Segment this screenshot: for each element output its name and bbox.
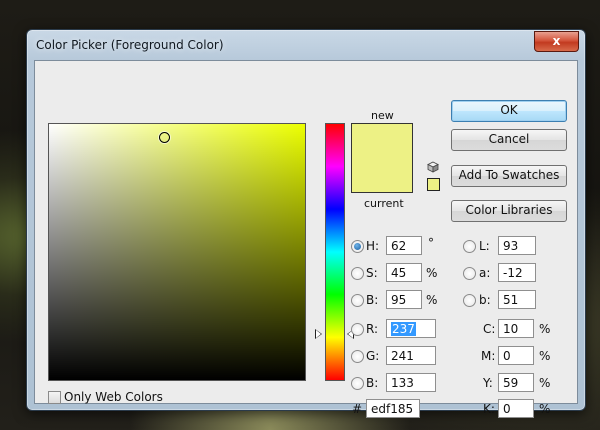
h-field[interactable]: 62 (386, 236, 422, 255)
color-preview (351, 123, 413, 193)
a-field[interactable]: -12 (498, 263, 536, 282)
s-field[interactable]: 45 (386, 263, 422, 282)
b-field[interactable]: 95 (386, 290, 422, 309)
c-field[interactable]: 10 (498, 319, 534, 338)
a-label: a: (479, 266, 491, 280)
k-label: K: (483, 402, 495, 416)
h-radio[interactable] (351, 240, 364, 253)
rgb-b-radio[interactable] (351, 377, 364, 390)
color-field[interactable] (48, 123, 306, 381)
dialog-body: new current OK Cancel Add To Swatches Co… (34, 60, 578, 418)
l-radio[interactable] (463, 240, 476, 253)
color-picker-dialog: Color Picker (Foreground Color) x new cu… (26, 29, 586, 418)
out-of-gamut-cube-icon[interactable] (427, 161, 439, 173)
lab-b-field[interactable]: 51 (498, 290, 536, 309)
hex-field[interactable]: edf185 (366, 399, 420, 418)
color-field-marker[interactable] (159, 131, 171, 143)
new-label: new (371, 109, 394, 122)
cancel-button[interactable]: Cancel (451, 129, 567, 151)
hue-slider-left-arrow[interactable] (315, 329, 322, 339)
r-label: R: (366, 322, 379, 336)
c-unit: % (539, 322, 551, 336)
window-title: Color Picker (Foreground Color) (36, 38, 224, 52)
m-label: M: (481, 349, 496, 363)
g-label: G: (366, 349, 380, 363)
h-label: H: (366, 239, 380, 253)
s-radio[interactable] (351, 267, 364, 280)
ok-button[interactable]: OK (451, 100, 567, 122)
y-label: Y: (483, 376, 493, 390)
y-unit: % (539, 376, 551, 390)
rgb-b-field[interactable]: 133 (386, 373, 436, 392)
h-unit: ° (428, 236, 434, 250)
r-field[interactable]: 237 (386, 319, 436, 338)
only-web-colors-checkbox[interactable] (48, 391, 61, 404)
web-safe-swatch[interactable] (427, 178, 440, 191)
c-label: C: (483, 322, 496, 336)
l-label: L: (479, 239, 490, 253)
lab-b-radio[interactable] (463, 294, 476, 307)
new-color-swatch (352, 124, 412, 158)
g-radio[interactable] (351, 350, 364, 363)
r-radio[interactable] (351, 323, 364, 336)
s-label: S: (366, 266, 378, 280)
rgb-b-label: B: (366, 376, 379, 390)
a-radio[interactable] (463, 267, 476, 280)
title-bar[interactable]: Color Picker (Foreground Color) x (27, 30, 585, 60)
b-radio[interactable] (351, 294, 364, 307)
k-unit: % (539, 402, 551, 416)
color-libraries-button[interactable]: Color Libraries (451, 200, 567, 222)
m-unit: % (539, 349, 551, 363)
only-web-colors-label: Only Web Colors (64, 390, 163, 404)
l-field[interactable]: 93 (498, 236, 536, 255)
m-field[interactable]: 0 (498, 346, 534, 365)
current-color-swatch[interactable] (352, 158, 412, 192)
s-unit: % (426, 266, 438, 280)
b-unit: % (426, 293, 438, 307)
k-field[interactable]: 0 (498, 399, 534, 418)
b-label: B: (366, 293, 379, 307)
y-field[interactable]: 59 (498, 373, 534, 392)
current-label: current (364, 197, 404, 210)
add-to-swatches-button[interactable]: Add To Swatches (451, 165, 567, 187)
close-button[interactable]: x (534, 31, 579, 52)
g-field[interactable]: 241 (386, 346, 436, 365)
lab-b-label: b: (479, 293, 491, 307)
hue-slider[interactable] (325, 123, 345, 381)
hex-label: # (352, 402, 363, 416)
